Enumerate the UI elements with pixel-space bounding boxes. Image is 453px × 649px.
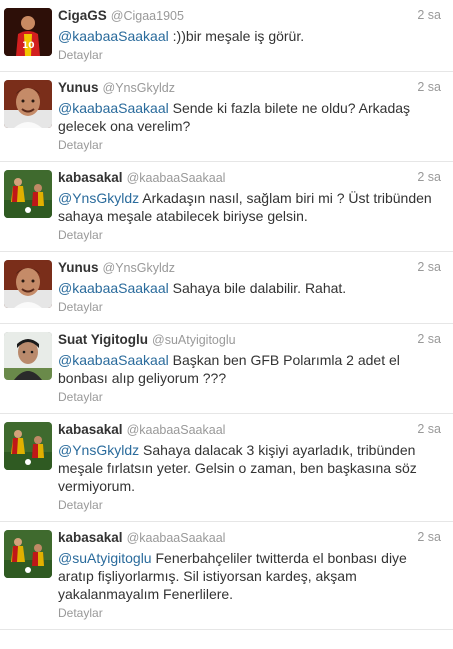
user-handle[interactable]: @kaabaaSaakaal — [127, 423, 226, 437]
mention-link[interactable]: @kaabaaSaakaal — [58, 28, 169, 44]
details-link[interactable]: Detaylar — [58, 300, 441, 315]
avatar[interactable] — [4, 332, 52, 380]
details-link[interactable]: Detaylar — [58, 498, 441, 513]
tweet-text: @YnsGkyldz Arkadaşın nasıl, sağlam biri … — [58, 189, 441, 225]
user-handle[interactable]: @kaabaaSaakaal — [127, 171, 226, 185]
tweet-item[interactable]: kabasakal @kaabaaSaakaal 2 sa @YnsGkyldz Ar… — [0, 162, 453, 252]
avatar-image — [4, 260, 52, 308]
user-handle[interactable]: @kaabaaSaakaal — [127, 531, 226, 545]
user-handle[interactable]: @YnsGkyldz — [103, 81, 175, 95]
tweet-text: @kaabaaSaakaal Başkan ben GFB Polarımla … — [58, 351, 441, 387]
tweet-body: Sahaya bile dalabilir. Rahat. — [168, 280, 347, 296]
timestamp[interactable]: 2 sa — [417, 80, 441, 94]
mention-link[interactable]: @YnsGkyldz — [58, 442, 139, 458]
details-link[interactable]: Detaylar — [58, 228, 441, 243]
timestamp[interactable]: 2 sa — [417, 260, 441, 274]
tweet-header: Yunus @YnsGkyldz — [58, 80, 441, 96]
user-name[interactable]: kabasakal — [58, 530, 123, 545]
mention-link[interactable]: @kaabaaSaakaal — [58, 352, 169, 368]
timestamp[interactable]: 2 sa — [417, 332, 441, 346]
timestamp[interactable]: 2 sa — [417, 422, 441, 436]
tweet-body: :))bir meşale iş görür. — [168, 28, 305, 44]
tweet-item[interactable]: Yunus @YnsGkyldz 2 sa @kaabaaSaakaal Sende … — [0, 72, 453, 162]
timestamp[interactable]: 2 sa — [417, 530, 441, 544]
mention-link[interactable]: @kaabaaSaakaal — [58, 280, 169, 296]
tweet-item[interactable]: kabasakal @kaabaaSaakaal 2 sa @suAtyigitogl… — [0, 522, 453, 630]
timestamp[interactable]: 2 sa — [417, 170, 441, 184]
tweet-item[interactable]: kabasakal @kaabaaSaakaal 2 sa @YnsGkyldz Sa… — [0, 414, 453, 522]
avatar-image — [4, 170, 52, 218]
avatar[interactable] — [4, 530, 52, 578]
avatar[interactable] — [4, 170, 52, 218]
user-handle[interactable]: @suAtyigitoglu — [152, 333, 236, 347]
avatar[interactable] — [4, 80, 52, 128]
user-handle[interactable]: @YnsGkyldz — [103, 261, 175, 275]
mention-link[interactable]: @YnsGkyldz — [58, 190, 139, 206]
tweet-text: @YnsGkyldz Sahaya dalacak 3 kişiyi ayarl… — [58, 441, 441, 495]
avatar-image — [4, 530, 52, 578]
timestamp[interactable]: 2 sa — [417, 8, 441, 22]
user-handle[interactable]: @Cigaa1905 — [111, 9, 184, 23]
details-link[interactable]: Detaylar — [58, 138, 441, 153]
user-name[interactable]: Yunus — [58, 260, 99, 275]
tweet-item[interactable]: CigaGS @Cigaa1905 2 sa @kaabaaSaakaal :))bi… — [0, 0, 453, 72]
tweet-text: @kaabaaSaakaal Sahaya bile dalabilir. Ra… — [58, 279, 441, 297]
details-link[interactable]: Detaylar — [58, 606, 441, 621]
tweet-header: kabasakal @kaabaaSaakaal — [58, 422, 441, 438]
tweet-header: kabasakal @kaabaaSaakaal — [58, 170, 441, 186]
avatar-image — [4, 80, 52, 128]
user-name[interactable]: Yunus — [58, 80, 99, 95]
tweet-item[interactable]: Yunus @YnsGkyldz 2 sa @kaabaaSaakaal Sahaya… — [0, 252, 453, 324]
tweet-item[interactable]: Suat Yigitoglu @suAtyigitoglu 2 sa @kaabaaS… — [0, 324, 453, 414]
details-link[interactable]: Detaylar — [58, 48, 441, 63]
details-link[interactable]: Detaylar — [58, 390, 441, 405]
tweet-text: @suAtyigitoglu Fenerbahçeliler twitterda… — [58, 549, 441, 603]
tweet-header: CigaGS @Cigaa1905 — [58, 8, 441, 24]
avatar-image — [4, 8, 52, 56]
avatar-image — [4, 332, 52, 380]
tweet-text: @kaabaaSaakaal Sende ki fazla bilete ne … — [58, 99, 441, 135]
user-name[interactable]: CigaGS — [58, 8, 107, 23]
tweet-feed: CigaGS @Cigaa1905 2 sa @kaabaaSaakaal :))bi… — [0, 0, 453, 630]
tweet-header: Yunus @YnsGkyldz — [58, 260, 441, 276]
avatar[interactable] — [4, 422, 52, 470]
user-name[interactable]: kabasakal — [58, 170, 123, 185]
mention-link[interactable]: @kaabaaSaakaal — [58, 100, 169, 116]
tweet-text: @kaabaaSaakaal :))bir meşale iş görür. — [58, 27, 441, 45]
user-name[interactable]: Suat Yigitoglu — [58, 332, 148, 347]
mention-link[interactable]: @suAtyigitoglu — [58, 550, 152, 566]
user-name[interactable]: kabasakal — [58, 422, 123, 437]
tweet-header: Suat Yigitoglu @suAtyigitoglu — [58, 332, 441, 348]
tweet-header: kabasakal @kaabaaSaakaal — [58, 530, 441, 546]
avatar-image — [4, 422, 52, 470]
avatar[interactable] — [4, 8, 52, 56]
avatar[interactable] — [4, 260, 52, 308]
